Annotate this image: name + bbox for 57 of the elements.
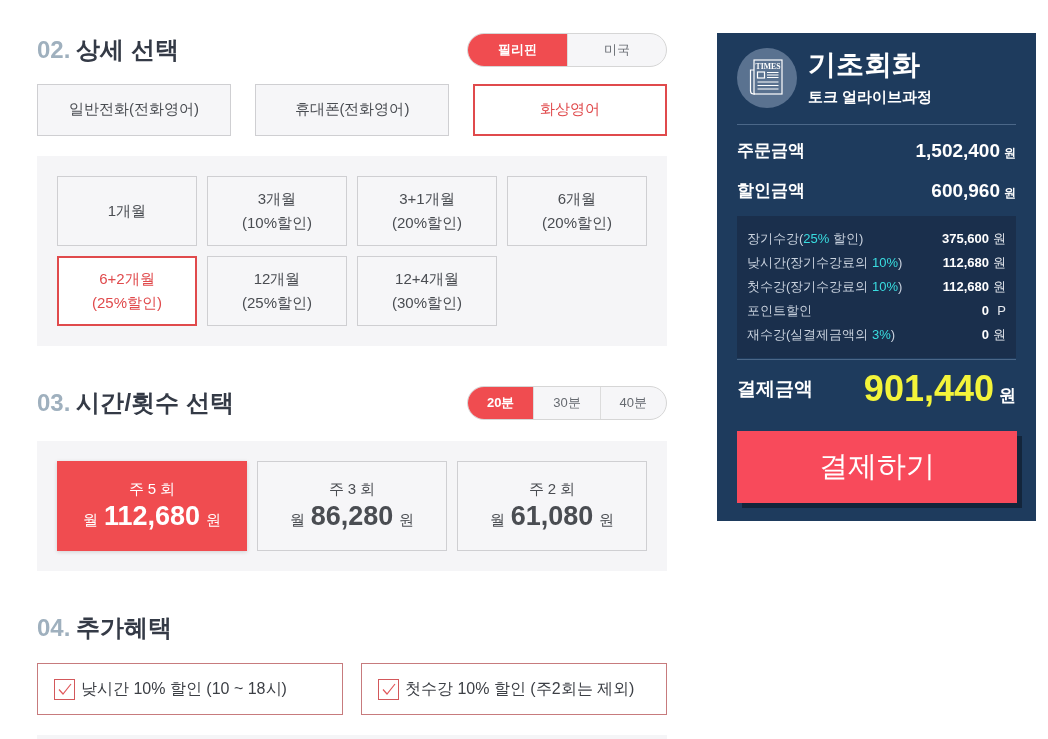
section-number: 03. — [37, 388, 71, 418]
currency-unit: 원 — [993, 230, 1006, 249]
discount-value: 112,680 — [942, 254, 989, 273]
period-button[interactable]: 3개월 (10%할인) — [207, 175, 347, 246]
amount-label: 할인금액 — [737, 180, 805, 203]
duration-tab[interactable]: 40분 — [599, 386, 666, 420]
currency-unit: 원 — [993, 278, 1006, 297]
course-subtitle: 토크 얼라이브과정 — [808, 87, 933, 107]
discount-label: 낮시간(장기수강료의 10%) — [747, 254, 903, 273]
checkmark-icon — [381, 683, 396, 696]
currency-unit: 원 — [1004, 184, 1016, 202]
discount-label: 장기수강(25% 할인) — [747, 230, 864, 249]
course-type-button[interactable]: 휴대폰(전화영어) — [255, 83, 449, 136]
duration-tab[interactable]: 30분 — [533, 386, 600, 420]
section-title: 추가혜택 — [76, 613, 173, 644]
period-button[interactable]: 6개월 (20%할인) — [507, 175, 647, 246]
country-tab[interactable]: 필리핀 — [468, 34, 567, 66]
frequency-button[interactable]: 주 5 회 월 112,680 원 — [57, 461, 247, 552]
discount-value: 112,680 — [942, 278, 989, 297]
duration-tab[interactable]: 20분 — [468, 386, 534, 420]
frequency-button[interactable]: 주 3 회 월 86,280 원 — [257, 461, 447, 552]
newspaper-icon: TIMES — [737, 48, 797, 108]
section-number: 02. — [37, 34, 71, 65]
course-type-button[interactable]: 화상영어 — [473, 83, 667, 136]
course-type-button[interactable]: 일반전화(전화영어) — [37, 83, 231, 136]
period-button[interactable]: 6+2개월 (25%할인) — [57, 255, 197, 326]
section-title: 상세 선택 — [76, 34, 180, 65]
currency-unit: 원 — [993, 254, 1006, 273]
currency-unit: P — [996, 302, 1006, 321]
discount-value: 0 — [981, 302, 989, 321]
checkbox[interactable] — [378, 678, 399, 700]
benefit-option[interactable]: 낮시간 10% 할인 (10 ~ 18시) — [37, 663, 343, 716]
payment-label: 결제금액 — [737, 376, 813, 401]
discount-value: 0 — [981, 326, 989, 345]
period-button[interactable]: 1개월 — [57, 175, 197, 246]
discount-label: 포인트할인 — [747, 302, 812, 321]
amount-label: 주문금액 — [737, 140, 805, 163]
period-button[interactable]: 12+4개월 (30%할인) — [357, 255, 497, 326]
period-button[interactable]: 3+1개월 (20%할인) — [357, 175, 497, 246]
amount-value: 1,502,400 — [915, 138, 1000, 163]
section-title: 시간/횟수 선택 — [76, 388, 234, 418]
section-number: 04. — [37, 613, 71, 644]
currency-unit: 원 — [1004, 144, 1016, 162]
course-title: 기초회화 — [808, 48, 921, 82]
discount-label: 재수강(실결제금액의 3%) — [747, 326, 896, 345]
amount-value: 600,960 — [931, 178, 1000, 203]
discount-label: 첫수강(장기수강료의 10%) — [747, 278, 903, 297]
frequency-button[interactable]: 주 2 회 월 61,080 원 — [457, 461, 647, 552]
payment-total: 901,440 — [863, 367, 994, 411]
currency-unit: 원 — [993, 326, 1006, 345]
currency-unit: 원 — [999, 385, 1016, 407]
country-tab[interactable]: 미국 — [566, 34, 666, 66]
checkbox[interactable] — [54, 678, 75, 700]
benefit-option[interactable]: 첫수강 10% 할인 (주2회는 제외) — [361, 663, 667, 716]
period-button[interactable]: 12개월 (25%할인) — [207, 255, 347, 326]
checkmark-icon — [57, 683, 72, 696]
discount-value: 375,600 — [942, 230, 989, 249]
